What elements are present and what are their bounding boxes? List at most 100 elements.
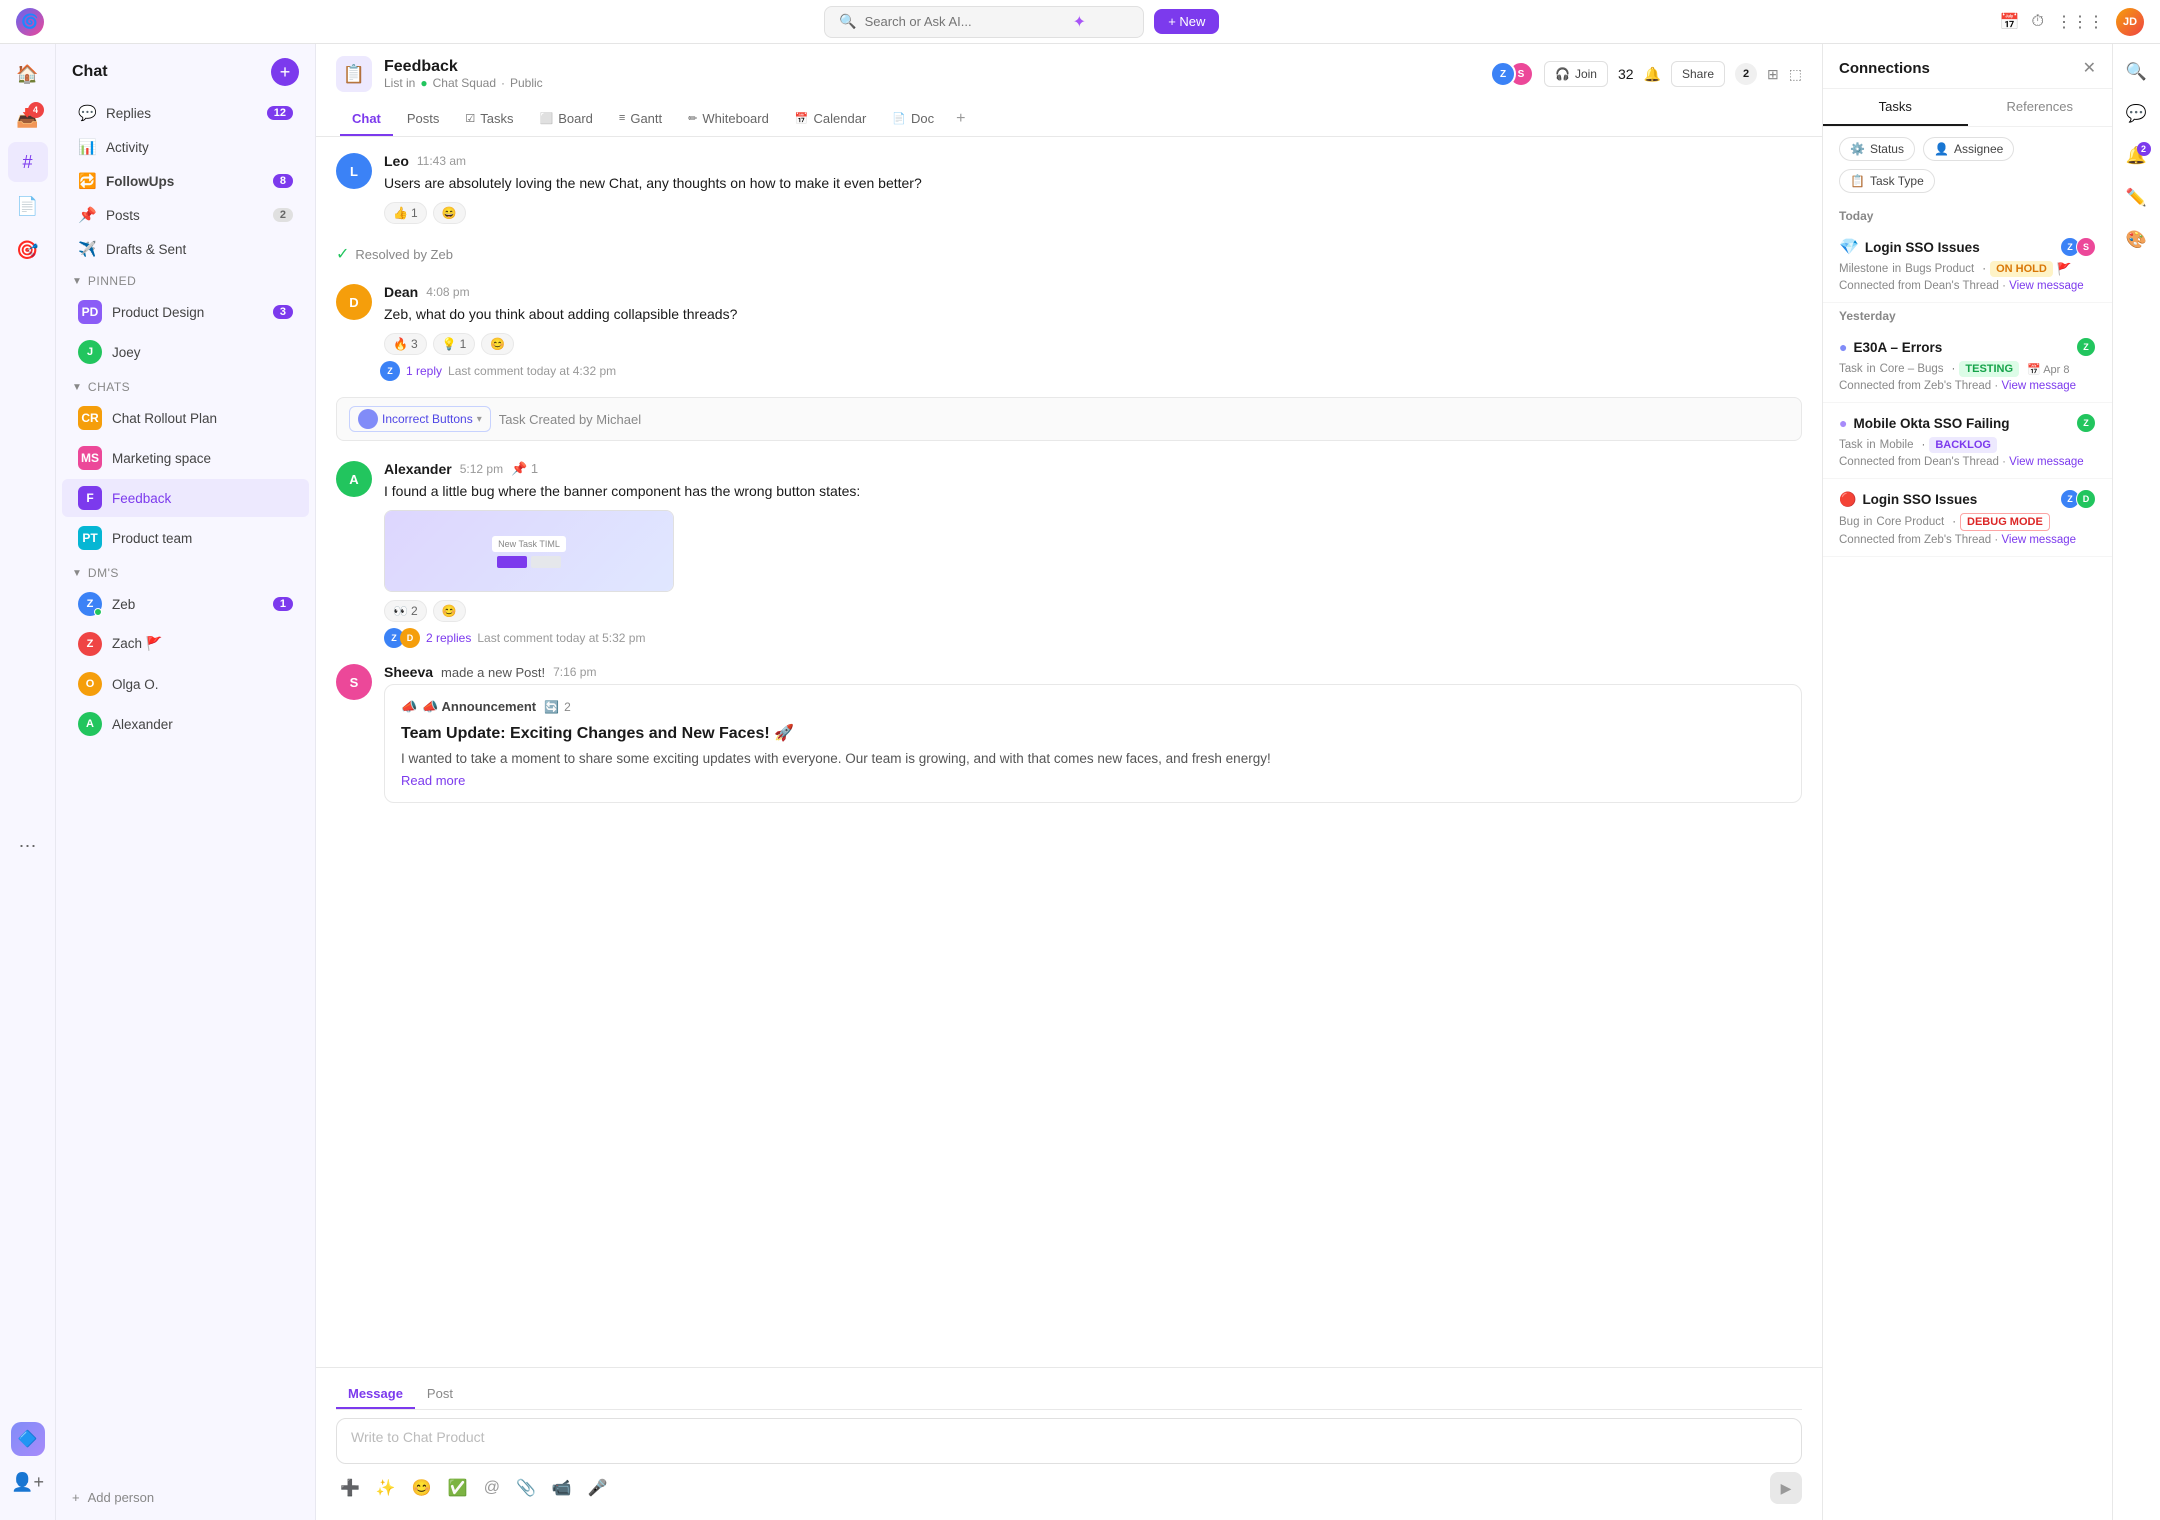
grid-icon[interactable]: ⊞ bbox=[1767, 66, 1779, 83]
calendar-icon[interactable]: 📅 bbox=[2000, 12, 2020, 32]
sidebar-header: Chat + bbox=[56, 44, 315, 96]
icon-bar-item-home[interactable]: 🏠 bbox=[8, 54, 48, 94]
reaction-smile[interactable]: 😄 bbox=[433, 202, 466, 224]
tab-add-button[interactable]: + bbox=[948, 102, 973, 136]
rp-filter-task-type[interactable]: 📋 Task Type bbox=[1839, 169, 1935, 193]
rp-tab-tasks[interactable]: Tasks bbox=[1823, 89, 1968, 126]
reaction-eyes[interactable]: 👀 2 bbox=[384, 600, 427, 622]
task-1-view-message[interactable]: View message bbox=[2009, 280, 2084, 292]
task-3-status: BACKLOG bbox=[1929, 437, 1997, 453]
send-button[interactable]: ▶ bbox=[1770, 1472, 1802, 1504]
reaction-fire[interactable]: 🔥 3 bbox=[384, 333, 427, 355]
sidebar-item-zach[interactable]: Z Zach 🚩 bbox=[62, 625, 309, 663]
search-bar[interactable]: 🔍 ✦ bbox=[824, 6, 1144, 38]
sidebar-item-joey[interactable]: J Joey bbox=[62, 333, 309, 371]
rp-filter-assignee[interactable]: 👤 Assignee bbox=[1923, 137, 2014, 161]
tab-doc[interactable]: 📄 Doc bbox=[880, 102, 946, 136]
emoji-toolbar-icon[interactable]: 😊 bbox=[408, 1474, 436, 1502]
input-tab-message[interactable]: Message bbox=[336, 1380, 415, 1409]
sidebar-item-product-team[interactable]: PT Product team bbox=[62, 519, 309, 557]
join-button[interactable]: 🎧 Join bbox=[1544, 61, 1608, 87]
sidebar-section-chats[interactable]: ▼ Chats bbox=[56, 372, 315, 398]
ai-toolbar-icon[interactable]: ✨ bbox=[372, 1474, 400, 1502]
task-1-status: ON HOLD bbox=[1990, 261, 2053, 277]
icon-bar-item-add-user[interactable]: 👤+ bbox=[8, 1462, 48, 1502]
far-right-palette-button[interactable]: 🎨 bbox=[2119, 222, 2155, 258]
sidebar-section-pinned[interactable]: ▼ Pinned bbox=[56, 266, 315, 292]
attach-toolbar-icon[interactable]: 📎 bbox=[512, 1474, 540, 1502]
add-toolbar-icon[interactable]: ➕ bbox=[336, 1474, 364, 1502]
reaction-smile2[interactable]: 😊 bbox=[481, 333, 514, 355]
sidebar-item-zeb[interactable]: Z Zeb 1 bbox=[62, 585, 309, 623]
tab-whiteboard[interactable]: ✏ Whiteboard bbox=[676, 102, 781, 136]
sidebar-item-marketing-space[interactable]: MS Marketing space bbox=[62, 439, 309, 477]
tab-board[interactable]: ⬜ Board bbox=[528, 102, 605, 136]
sidebar-item-replies[interactable]: 💬 Replies 12 bbox=[62, 97, 309, 129]
chats-section-label: Chats bbox=[88, 380, 130, 394]
expand-icon[interactable]: ⬚ bbox=[1789, 66, 1802, 83]
tab-posts[interactable]: Posts bbox=[395, 102, 452, 136]
zeb-avatar: Z bbox=[78, 592, 102, 616]
reaction-bulb[interactable]: 💡 1 bbox=[433, 333, 476, 355]
tab-chat[interactable]: Chat bbox=[340, 102, 393, 136]
icon-bar-item-more[interactable]: ⋯ bbox=[8, 826, 48, 866]
bell-icon[interactable]: 🔔 bbox=[1644, 66, 1661, 83]
icon-bar-item-goals[interactable]: 🎯 bbox=[8, 230, 48, 270]
rp-filter-status[interactable]: ⚙️ Status bbox=[1839, 137, 1915, 161]
member-avatars: Z S bbox=[1498, 61, 1534, 87]
search-input[interactable] bbox=[865, 14, 1065, 29]
reaction-thumbsup[interactable]: 👍 1 bbox=[384, 202, 427, 224]
share-button[interactable]: Share bbox=[1671, 61, 1725, 87]
alexander-reply-avatars: Z D bbox=[384, 628, 420, 648]
sidebar-item-alexander[interactable]: A Alexander bbox=[62, 705, 309, 743]
grid-icon[interactable]: ⋮⋮⋮ bbox=[2056, 12, 2104, 32]
sidebar-item-activity[interactable]: 📊 Activity bbox=[62, 131, 309, 163]
icon-bar-item-spaces[interactable]: 🔷 bbox=[8, 1422, 48, 1462]
connections-close-button[interactable]: ✕ bbox=[2083, 58, 2096, 78]
user-avatar[interactable]: JD bbox=[2116, 8, 2144, 36]
sidebar-item-drafts[interactable]: ✈️ Drafts & Sent bbox=[62, 233, 309, 265]
mention-toolbar-icon[interactable]: @ bbox=[480, 1475, 504, 1501]
sidebar-item-chat-rollout[interactable]: CR Chat Rollout Plan bbox=[62, 399, 309, 437]
icon-bar-item-chat[interactable]: # bbox=[8, 142, 48, 182]
app-logo[interactable]: 🌀 bbox=[16, 8, 44, 36]
sheeva-msg-header: Sheeva made a new Post! 7:16 pm bbox=[384, 664, 1802, 680]
tab-calendar[interactable]: 📅 Calendar bbox=[783, 102, 878, 136]
task-3-view-message[interactable]: View message bbox=[2009, 456, 2084, 468]
icon-bar-item-inbox[interactable]: 📥 4 bbox=[8, 98, 48, 138]
far-right-notifications-button[interactable]: 🔔 2 bbox=[2119, 138, 2155, 174]
sidebar-item-feedback[interactable]: F Feedback bbox=[62, 479, 309, 517]
task-4-sep: in bbox=[1863, 516, 1872, 528]
far-right-comments-button[interactable]: 💬 bbox=[2119, 96, 2155, 132]
timer-icon[interactable]: ⏱ bbox=[2032, 13, 2044, 31]
sidebar-item-posts[interactable]: 📌 Posts 2 bbox=[62, 199, 309, 231]
mic-toolbar-icon[interactable]: 🎤 bbox=[584, 1474, 612, 1502]
check-toolbar-icon[interactable]: ✅ bbox=[444, 1474, 472, 1502]
screenshot-placeholder: New Task TIML bbox=[385, 511, 673, 591]
sidebar-item-followups[interactable]: 🔁 FollowUps 8 bbox=[62, 165, 309, 197]
task-4-view-message[interactable]: View message bbox=[2001, 534, 2076, 546]
tab-gantt[interactable]: ≡ Gantt bbox=[607, 102, 674, 136]
connections-header: Connections ✕ bbox=[1823, 44, 2112, 89]
add-person-button[interactable]: + Add person bbox=[72, 1483, 299, 1512]
task-tag-incorrect-buttons[interactable]: Incorrect Buttons ▾ bbox=[349, 406, 491, 432]
rp-tab-references[interactable]: References bbox=[1968, 89, 2113, 126]
sidebar-item-product-design[interactable]: PD Product Design 3 bbox=[62, 293, 309, 331]
far-right-search-button[interactable]: 🔍 bbox=[2119, 54, 2155, 90]
reaction-smile3[interactable]: 😊 bbox=[433, 600, 466, 622]
dean-reply[interactable]: Z 1 reply Last comment today at 4:32 pm bbox=[384, 361, 1802, 381]
video-toolbar-icon[interactable]: 📹 bbox=[548, 1474, 576, 1502]
icon-bar-item-docs[interactable]: 📄 bbox=[8, 186, 48, 226]
input-tab-post[interactable]: Post bbox=[415, 1380, 465, 1409]
tab-tasks[interactable]: ☑ Tasks bbox=[453, 102, 525, 136]
message-input-box[interactable]: Write to Chat Product bbox=[336, 1418, 1802, 1464]
far-right-edit-button[interactable]: ✏️ bbox=[2119, 180, 2155, 216]
task-card-login-sso-today: 💎 Login SSO Issues Z S Milestone in Bugs… bbox=[1823, 227, 2112, 303]
new-button[interactable]: + New bbox=[1154, 9, 1219, 34]
sidebar-add-button[interactable]: + bbox=[271, 58, 299, 86]
sidebar-section-dms[interactable]: ▼ DM's bbox=[56, 558, 315, 584]
sidebar-item-olga[interactable]: O Olga O. bbox=[62, 665, 309, 703]
read-more-button[interactable]: Read more bbox=[401, 773, 1785, 788]
alexander-reply[interactable]: Z D 2 replies Last comment today at 5:32… bbox=[384, 628, 1802, 648]
task-2-view-message[interactable]: View message bbox=[2001, 380, 2076, 392]
